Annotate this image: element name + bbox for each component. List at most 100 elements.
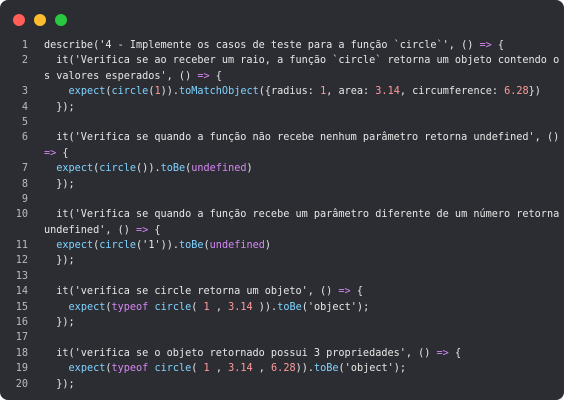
window-titlebar (0, 0, 564, 40)
code-token: 3.14 (228, 301, 253, 313)
code-line: s valores esperados', () => { (0, 69, 564, 84)
code-token: toBe (178, 240, 204, 252)
code-text: expect(circle()).toBe(undefined) (44, 161, 252, 176)
code-token: , (209, 363, 229, 375)
code-token: { (56, 147, 69, 159)
code-token: , (252, 363, 272, 375)
minimize-window-icon[interactable] (34, 14, 46, 26)
code-token: undefined', () (44, 224, 137, 236)
line-number: 18 (15, 347, 28, 359)
code-text: it('Verifica se quando a função recebe u… (44, 207, 559, 222)
code-text: }); (44, 253, 74, 268)
line-number: 14 (15, 286, 28, 298)
code-token: , (209, 301, 229, 313)
code-line: 15 expect(typeof circle( 1 , 3.14 )).toB… (0, 300, 564, 315)
code-line: => { (0, 146, 564, 161)
line-number: 11 (15, 240, 28, 252)
code-token: 3.14 (228, 363, 253, 375)
code-line: 16 }); (0, 315, 564, 330)
code-token: ({radius: (258, 86, 321, 98)
code-token: expect (56, 240, 94, 252)
code-token: ()). (136, 163, 161, 175)
code-text: }); (44, 377, 75, 392)
code-token: => (338, 286, 351, 298)
code-token: }); (44, 378, 75, 390)
code-token: => (136, 224, 149, 236)
code-text: expect(circle('1')).toBe(undefined) (44, 238, 271, 253)
code-line: 10 it('Verifica se quando a função receb… (0, 207, 564, 222)
code-token: toBe (314, 363, 339, 375)
code-token: it('Verifica se quando a função não rece… (44, 132, 560, 144)
code-token: toMatchObject (179, 86, 259, 98)
code-line: 12 }); (0, 253, 564, 268)
line-number: 10 (15, 209, 28, 221)
code-token: ( (191, 301, 204, 313)
code-token: => (436, 347, 449, 359)
code-token: { (491, 40, 505, 51)
code-token: ( (191, 363, 204, 375)
code-token: , circumference: (399, 86, 505, 98)
code-text: => { (44, 146, 69, 161)
line-number: 5 (21, 116, 28, 128)
code-text: it('verifica se circle retorna um objeto… (44, 284, 363, 299)
code-token: ('object'); (301, 301, 370, 313)
code-token: circle (111, 86, 149, 98)
code-text: undefined', () => { (44, 223, 161, 238)
code-token: }); (44, 178, 75, 190)
close-window-icon[interactable] (13, 14, 25, 26)
code-token: { (448, 347, 462, 359)
code-text: it('Verifica se quando a função não rece… (44, 130, 559, 145)
zoom-window-icon[interactable] (55, 14, 67, 26)
code-token: expect (68, 86, 106, 98)
code-text: expect(typeof circle( 1 , 3.14 , 6.28)).… (44, 361, 406, 376)
code-line: 14 it('verifica se circle retorna um obj… (0, 284, 564, 299)
code-token: s valores esperados', () (44, 70, 198, 82)
line-number: 12 (15, 255, 28, 267)
code-token: circle (99, 163, 137, 175)
code-text: }); (44, 100, 74, 115)
code-window: 1 describe('4 - Implemente os casos de te… (0, 0, 564, 400)
line-number: 8 (21, 178, 28, 190)
code-token: circle (154, 363, 192, 375)
code-line: 20 }); (0, 377, 564, 392)
code-token: toBe (160, 163, 186, 175)
code-token: { (350, 286, 363, 298)
line-number: 16 (15, 317, 28, 329)
line-number: 7 (21, 163, 28, 175)
line-number: 13 (15, 270, 28, 282)
code-token: )). (252, 301, 278, 313)
code-token: expect (68, 301, 106, 313)
line-number: 2 (21, 55, 28, 67)
code-line: 5 (0, 115, 564, 130)
line-number: 3 (21, 86, 28, 98)
code-token: )). (160, 86, 179, 98)
line-number: 15 (15, 301, 28, 313)
code-token: describe('4 - Implemente os casos de tes… (44, 40, 480, 51)
code-text: describe('4 - Implemente os casos de tes… (44, 38, 504, 53)
code-token: expect (68, 363, 106, 375)
code-line: 13 (0, 269, 564, 284)
code-token: typeof (111, 363, 149, 375)
code-line: 7 expect(circle()).toBe(undefined) (0, 161, 564, 176)
code-token: ('1')). (136, 240, 179, 252)
code-token: undefined (209, 240, 265, 252)
code-token: ) (264, 240, 272, 252)
code-text: s valores esperados', () => { (44, 69, 222, 84)
code-token: => (197, 70, 210, 82)
code-text: }); (44, 315, 74, 330)
code-line: undefined', () => { (0, 223, 564, 238)
code-token: typeof (111, 301, 149, 313)
code-token: )). (295, 363, 314, 375)
code-token: }) (528, 86, 541, 98)
line-number: 20 (15, 378, 28, 390)
code-token: 6.28 (271, 363, 296, 375)
line-number: 19 (15, 363, 28, 375)
code-text: }); (44, 177, 75, 192)
code-token: it('Verifica se ao receber um raio, a fu… (44, 55, 560, 67)
code-token: { (148, 224, 161, 236)
code-line: 2 it('Verifica se ao receber um raio, a … (0, 53, 564, 68)
